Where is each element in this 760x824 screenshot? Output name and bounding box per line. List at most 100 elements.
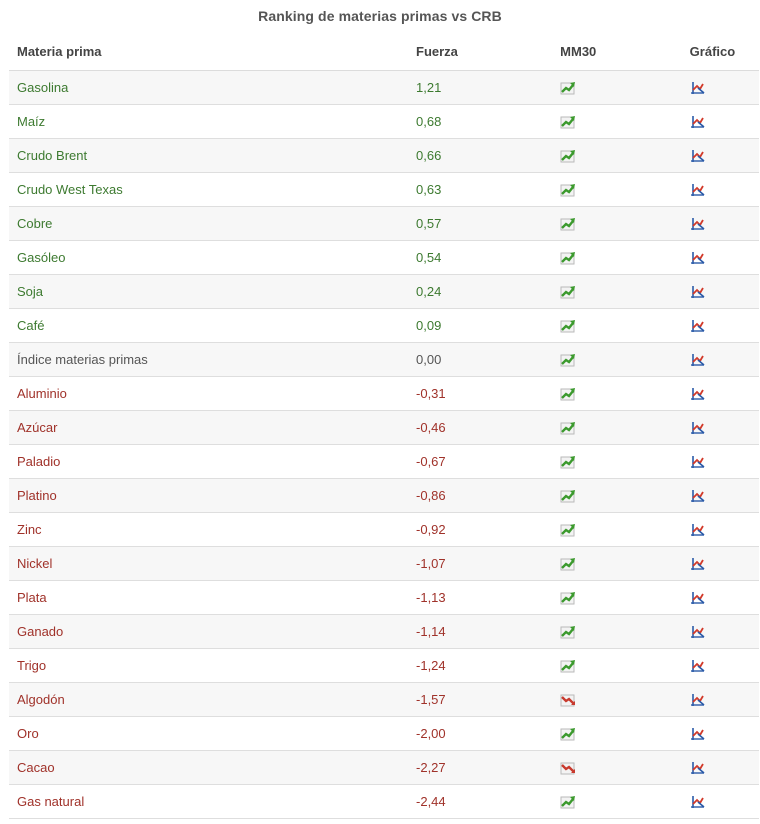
strength-value: -0,31 xyxy=(408,376,553,411)
commodity-name[interactable]: Algodón xyxy=(9,682,409,717)
commodity-name[interactable]: Gasolina xyxy=(9,70,409,105)
commodity-name[interactable]: Soja xyxy=(9,274,409,309)
chart-link[interactable] xyxy=(681,682,759,717)
chart-link[interactable] xyxy=(681,104,759,139)
ma30-indicator xyxy=(552,716,682,751)
chart-link[interactable] xyxy=(681,410,759,445)
commodity-name[interactable]: Aluminio xyxy=(9,376,409,411)
strength-value: -1,14 xyxy=(408,614,553,649)
chart-link-icon[interactable] xyxy=(690,217,706,231)
chart-link-icon[interactable] xyxy=(690,557,706,571)
chart-link[interactable] xyxy=(681,512,759,547)
table-row: Soja 0,24 xyxy=(9,274,759,309)
table-row: Zinc -0,92 xyxy=(9,512,759,547)
commodity-name[interactable]: Índice materias primas xyxy=(9,342,409,377)
ma30-indicator xyxy=(552,240,682,275)
header-ma[interactable]: MM30 xyxy=(552,32,682,71)
chart-link-icon[interactable] xyxy=(690,285,706,299)
chart-link-icon[interactable] xyxy=(690,523,706,537)
table-row: Ganado -1,14 xyxy=(9,614,759,649)
chart-link-icon[interactable] xyxy=(690,353,706,367)
commodity-name[interactable]: Crudo West Texas xyxy=(9,172,409,207)
commodity-name[interactable]: Cacao xyxy=(9,750,409,785)
trend-up-icon xyxy=(560,523,576,536)
commodity-name[interactable]: Ganado xyxy=(9,614,409,649)
chart-link[interactable] xyxy=(681,172,759,207)
chart-link[interactable] xyxy=(681,614,759,649)
chart-link-icon[interactable] xyxy=(690,183,706,197)
trend-up-icon xyxy=(560,727,576,740)
chart-link[interactable] xyxy=(681,240,759,275)
chart-link-icon[interactable] xyxy=(690,761,706,775)
chart-link[interactable] xyxy=(681,580,759,615)
strength-value: 0,54 xyxy=(408,240,553,275)
chart-link[interactable] xyxy=(681,206,759,241)
chart-link-icon[interactable] xyxy=(690,795,706,809)
chart-link-icon[interactable] xyxy=(690,387,706,401)
commodity-name[interactable]: Gasóleo xyxy=(9,240,409,275)
ma30-indicator xyxy=(552,206,682,241)
chart-link[interactable] xyxy=(681,444,759,479)
commodity-name[interactable]: Plata xyxy=(9,580,409,615)
header-name[interactable]: Materia prima xyxy=(9,32,409,71)
table-row: Plata -1,13 xyxy=(9,580,759,615)
commodity-name[interactable]: Paladio xyxy=(9,444,409,479)
strength-value: 1,21 xyxy=(408,70,553,105)
ma30-indicator xyxy=(552,784,682,819)
ma30-indicator xyxy=(552,138,682,173)
table-row: Café 0,09 xyxy=(9,308,759,343)
table-row: Azúcar -0,46 xyxy=(9,410,759,445)
chart-link-icon[interactable] xyxy=(690,455,706,469)
chart-link[interactable] xyxy=(681,138,759,173)
commodity-name[interactable]: Gas natural xyxy=(9,784,409,819)
commodity-name[interactable]: Maíz xyxy=(9,104,409,139)
table-row: Crudo West Texas 0,63 xyxy=(9,172,759,207)
trend-down-icon xyxy=(560,762,576,774)
ma30-indicator xyxy=(552,172,682,207)
chart-link-icon[interactable] xyxy=(690,659,706,673)
table-row: Gas natural -2,44 xyxy=(9,784,759,819)
ma30-indicator xyxy=(552,750,682,785)
chart-link[interactable] xyxy=(681,478,759,513)
commodity-name[interactable]: Cobre xyxy=(9,206,409,241)
chart-link-icon[interactable] xyxy=(690,319,706,333)
chart-link[interactable] xyxy=(681,648,759,683)
chart-link[interactable] xyxy=(681,274,759,309)
chart-link-icon[interactable] xyxy=(690,421,706,435)
chart-link[interactable] xyxy=(681,70,759,105)
chart-link[interactable] xyxy=(681,546,759,581)
chart-link[interactable] xyxy=(681,784,759,819)
chart-link-icon[interactable] xyxy=(690,149,706,163)
chart-link[interactable] xyxy=(681,308,759,343)
table-row: Crudo Brent 0,66 xyxy=(9,138,759,173)
chart-link[interactable] xyxy=(681,342,759,377)
chart-link-icon[interactable] xyxy=(690,625,706,639)
strength-value: 0,09 xyxy=(408,308,553,343)
commodity-name[interactable]: Crudo Brent xyxy=(9,138,409,173)
commodity-name[interactable]: Café xyxy=(9,308,409,343)
chart-link[interactable] xyxy=(681,716,759,751)
trend-up-icon xyxy=(560,285,576,298)
chart-link-icon[interactable] xyxy=(690,81,706,95)
chart-link[interactable] xyxy=(681,376,759,411)
chart-link[interactable] xyxy=(681,750,759,785)
chart-link-icon[interactable] xyxy=(690,115,706,129)
commodity-name[interactable]: Trigo xyxy=(9,648,409,683)
chart-link-icon[interactable] xyxy=(690,251,706,265)
table-row: Gasóleo 0,54 xyxy=(9,240,759,275)
header-strength[interactable]: Fuerza xyxy=(408,32,553,71)
chart-link-icon[interactable] xyxy=(690,591,706,605)
chart-link-icon[interactable] xyxy=(690,727,706,741)
commodity-name[interactable]: Platino xyxy=(9,478,409,513)
trend-up-icon xyxy=(560,489,576,502)
commodity-name[interactable]: Zinc xyxy=(9,512,409,547)
ma30-indicator xyxy=(552,444,682,479)
chart-link-icon[interactable] xyxy=(690,489,706,503)
table-row: Trigo -1,24 xyxy=(9,648,759,683)
strength-value: 0,66 xyxy=(408,138,553,173)
trend-up-icon xyxy=(560,81,576,94)
commodity-name[interactable]: Nickel xyxy=(9,546,409,581)
commodity-name[interactable]: Oro xyxy=(9,716,409,751)
chart-link-icon[interactable] xyxy=(690,693,706,707)
commodity-name[interactable]: Azúcar xyxy=(9,410,409,445)
